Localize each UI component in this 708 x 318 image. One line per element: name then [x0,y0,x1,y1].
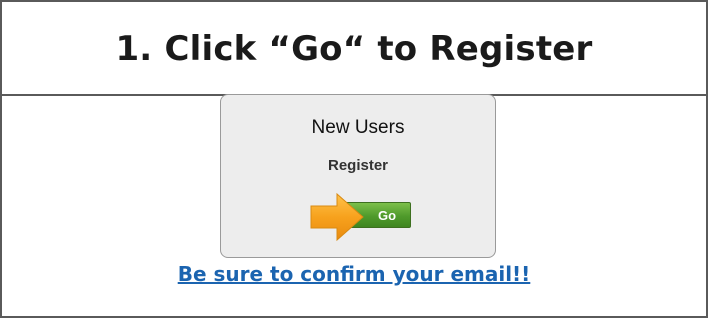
page-title: 1. Click “Go“ to Register [115,29,593,69]
title-row: 1. Click “Go“ to Register [2,2,706,96]
register-label: Register [327,157,389,174]
arrow-right-icon [310,192,364,242]
instruction-panel: 1. Click “Go“ to Register New Users Regi… [0,0,708,318]
confirm-email-link[interactable]: Be sure to confirm your email!! [2,262,706,286]
new-users-card: New Users Register Go [220,94,496,258]
go-button-group: Go [309,192,413,242]
card-heading: New Users [311,117,405,138]
